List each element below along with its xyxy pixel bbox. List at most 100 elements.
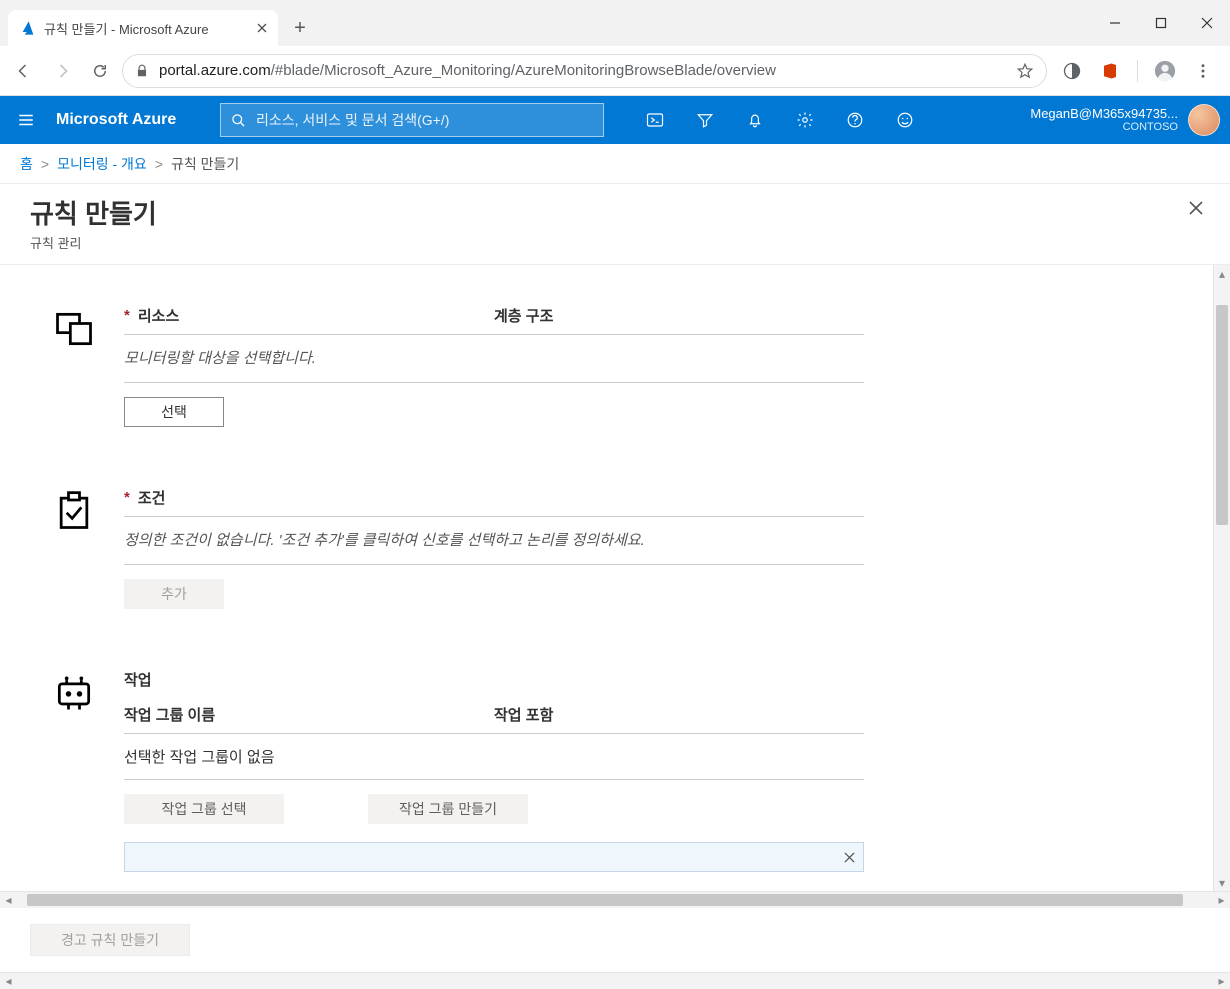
action-none-row: 선택한 작업 그룹이 없음 xyxy=(124,734,864,780)
bookmark-star-button[interactable] xyxy=(1016,62,1034,80)
close-icon xyxy=(844,852,855,863)
azure-search-box[interactable] xyxy=(220,103,604,137)
browser-tab-title: 규칙 만들기 - Microsoft Azure xyxy=(44,19,246,38)
resource-description: 모니터링할 대상을 선택합니다. xyxy=(124,335,864,383)
add-condition-button[interactable]: 추가 xyxy=(124,579,224,609)
browser-extension-icons xyxy=(1053,60,1222,82)
create-action-group-button[interactable]: 작업 그룹 만들기 xyxy=(368,794,528,824)
breadcrumb-monitoring[interactable]: 모니터링 - 개요 xyxy=(57,154,147,174)
smiley-icon xyxy=(896,111,914,129)
browser-url: portal.azure.com/#blade/Microsoft_Azure_… xyxy=(159,62,776,79)
azure-header: Microsoft Azure MeganB@M365x94735... CON… xyxy=(0,96,1230,144)
directory-filter-button[interactable] xyxy=(680,96,730,144)
cloud-shell-button[interactable] xyxy=(630,96,680,144)
scroll-up-arrow[interactable]: ▴ xyxy=(1214,265,1230,282)
hscroll-left-arrow[interactable]: ◂ xyxy=(0,893,17,907)
azure-brand[interactable]: Microsoft Azure xyxy=(52,111,212,129)
required-mark: * xyxy=(124,489,130,506)
scroll-thumb[interactable] xyxy=(1216,305,1228,525)
azure-search-input[interactable] xyxy=(256,112,593,128)
breadcrumb-separator: > xyxy=(41,156,49,172)
action-group-name-label: 작업 그룹 이름 xyxy=(124,704,494,725)
browser-address-bar[interactable]: portal.azure.com/#blade/Microsoft_Azure_… xyxy=(122,54,1047,88)
browser-profile-button[interactable] xyxy=(1154,60,1176,82)
bell-icon xyxy=(746,111,764,129)
cloud-shell-icon xyxy=(646,111,664,129)
office-icon xyxy=(1101,62,1119,80)
hscroll-left-arrow[interactable]: ◂ xyxy=(0,974,17,988)
breadcrumb: 홈 > 모니터링 - 개요 > 규칙 만들기 xyxy=(0,144,1230,184)
azure-favicon-icon xyxy=(20,20,36,36)
search-icon xyxy=(231,113,246,128)
action-heading: 작업 그룹 이름 작업 포함 xyxy=(124,704,864,734)
section-condition: *조건 정의한 조건이 없습니다. '조건 추가'를 클릭하여 신호를 선택하고… xyxy=(52,487,1183,609)
close-icon xyxy=(1201,17,1213,29)
required-mark: * xyxy=(124,307,130,324)
filter-icon xyxy=(696,111,714,129)
help-button[interactable] xyxy=(830,96,880,144)
resource-heading: * 리소스 계층 구조 xyxy=(124,305,864,335)
feedback-button[interactable] xyxy=(880,96,930,144)
notice-close-button[interactable] xyxy=(844,852,855,863)
notifications-button[interactable] xyxy=(730,96,780,144)
help-icon xyxy=(846,111,864,129)
lock-icon xyxy=(135,64,149,78)
blade-close-button[interactable] xyxy=(1182,194,1210,222)
action-icon xyxy=(52,669,124,872)
browser-menu-button[interactable] xyxy=(1192,60,1214,82)
resource-hierarchy-label: 계층 구조 xyxy=(494,305,864,326)
new-tab-button[interactable]: + xyxy=(286,14,314,42)
select-action-group-button[interactable]: 작업 그룹 선택 xyxy=(124,794,284,824)
info-notice xyxy=(124,842,864,872)
minimize-icon xyxy=(1109,17,1121,29)
settings-button[interactable] xyxy=(780,96,830,144)
resource-label: 리소스 xyxy=(138,305,179,326)
vertical-scrollbar[interactable]: ▴ ▾ xyxy=(1213,265,1230,891)
condition-description: 정의한 조건이 없습니다. '조건 추가'를 클릭하여 신호를 선택하고 논리를… xyxy=(124,517,864,565)
tab-close-button[interactable] xyxy=(254,20,270,36)
hscroll-right-arrow[interactable]: ▸ xyxy=(1213,893,1230,907)
breadcrumb-home[interactable]: 홈 xyxy=(20,154,33,174)
browser-tab[interactable]: 규칙 만들기 - Microsoft Azure xyxy=(8,10,278,46)
inner-horizontal-scrollbar[interactable]: ◂ ▸ xyxy=(0,891,1230,908)
scroll-down-arrow[interactable]: ▾ xyxy=(1214,874,1230,891)
browser-forward-button[interactable] xyxy=(46,55,78,87)
create-alert-rule-button[interactable]: 경고 규칙 만들기 xyxy=(30,924,190,956)
azure-user-menu[interactable]: MeganB@M365x94735... CONTOSO xyxy=(1020,104,1230,136)
window-horizontal-scrollbar[interactable]: ◂ ▸ xyxy=(0,972,1230,989)
separator xyxy=(1137,60,1138,82)
extension-contrast-icon[interactable] xyxy=(1061,60,1083,82)
browser-reload-button[interactable] xyxy=(84,55,116,87)
portal-menu-button[interactable] xyxy=(0,96,52,144)
close-icon xyxy=(1189,201,1203,215)
user-org: CONTOSO xyxy=(1030,121,1178,134)
maximize-icon xyxy=(1155,17,1167,29)
select-resource-button[interactable]: 선택 xyxy=(124,397,224,427)
browser-tab-strip: 규칙 만들기 - Microsoft Azure + xyxy=(0,0,1230,46)
resource-icon xyxy=(52,305,124,427)
contrast-icon xyxy=(1062,61,1082,81)
hscroll-thumb[interactable] xyxy=(27,894,1183,906)
back-arrow-icon xyxy=(15,62,33,80)
section-action: 작업 작업 그룹 이름 작업 포함 선택한 작업 그룹이 없음 작업 그룹 선택… xyxy=(52,669,1183,872)
condition-icon xyxy=(52,487,124,609)
browser-back-button[interactable] xyxy=(8,55,40,87)
kebab-menu-icon xyxy=(1194,62,1212,80)
hscroll-right-arrow[interactable]: ▸ xyxy=(1213,974,1230,988)
section-resource: * 리소스 계층 구조 모니터링할 대상을 선택합니다. 선택 xyxy=(52,305,1183,427)
reload-icon xyxy=(91,62,109,80)
blade-body-wrapper: * 리소스 계층 구조 모니터링할 대상을 선택합니다. 선택 *조건 정의한 조… xyxy=(0,265,1230,891)
blade-title: 규칙 만들기 xyxy=(30,194,1182,231)
user-avatar xyxy=(1188,104,1220,136)
blade-body: * 리소스 계층 구조 모니터링할 대상을 선택합니다. 선택 *조건 정의한 조… xyxy=(0,265,1213,891)
window-controls xyxy=(1092,0,1230,46)
extension-office-icon[interactable] xyxy=(1099,60,1121,82)
window-maximize-button[interactable] xyxy=(1138,0,1184,46)
hamburger-icon xyxy=(17,111,35,129)
blade-header: 규칙 만들기 규칙 관리 xyxy=(0,184,1230,265)
condition-heading: *조건 xyxy=(124,487,864,517)
gear-icon xyxy=(796,111,814,129)
window-close-button[interactable] xyxy=(1184,0,1230,46)
forward-arrow-icon xyxy=(53,62,71,80)
window-minimize-button[interactable] xyxy=(1092,0,1138,46)
